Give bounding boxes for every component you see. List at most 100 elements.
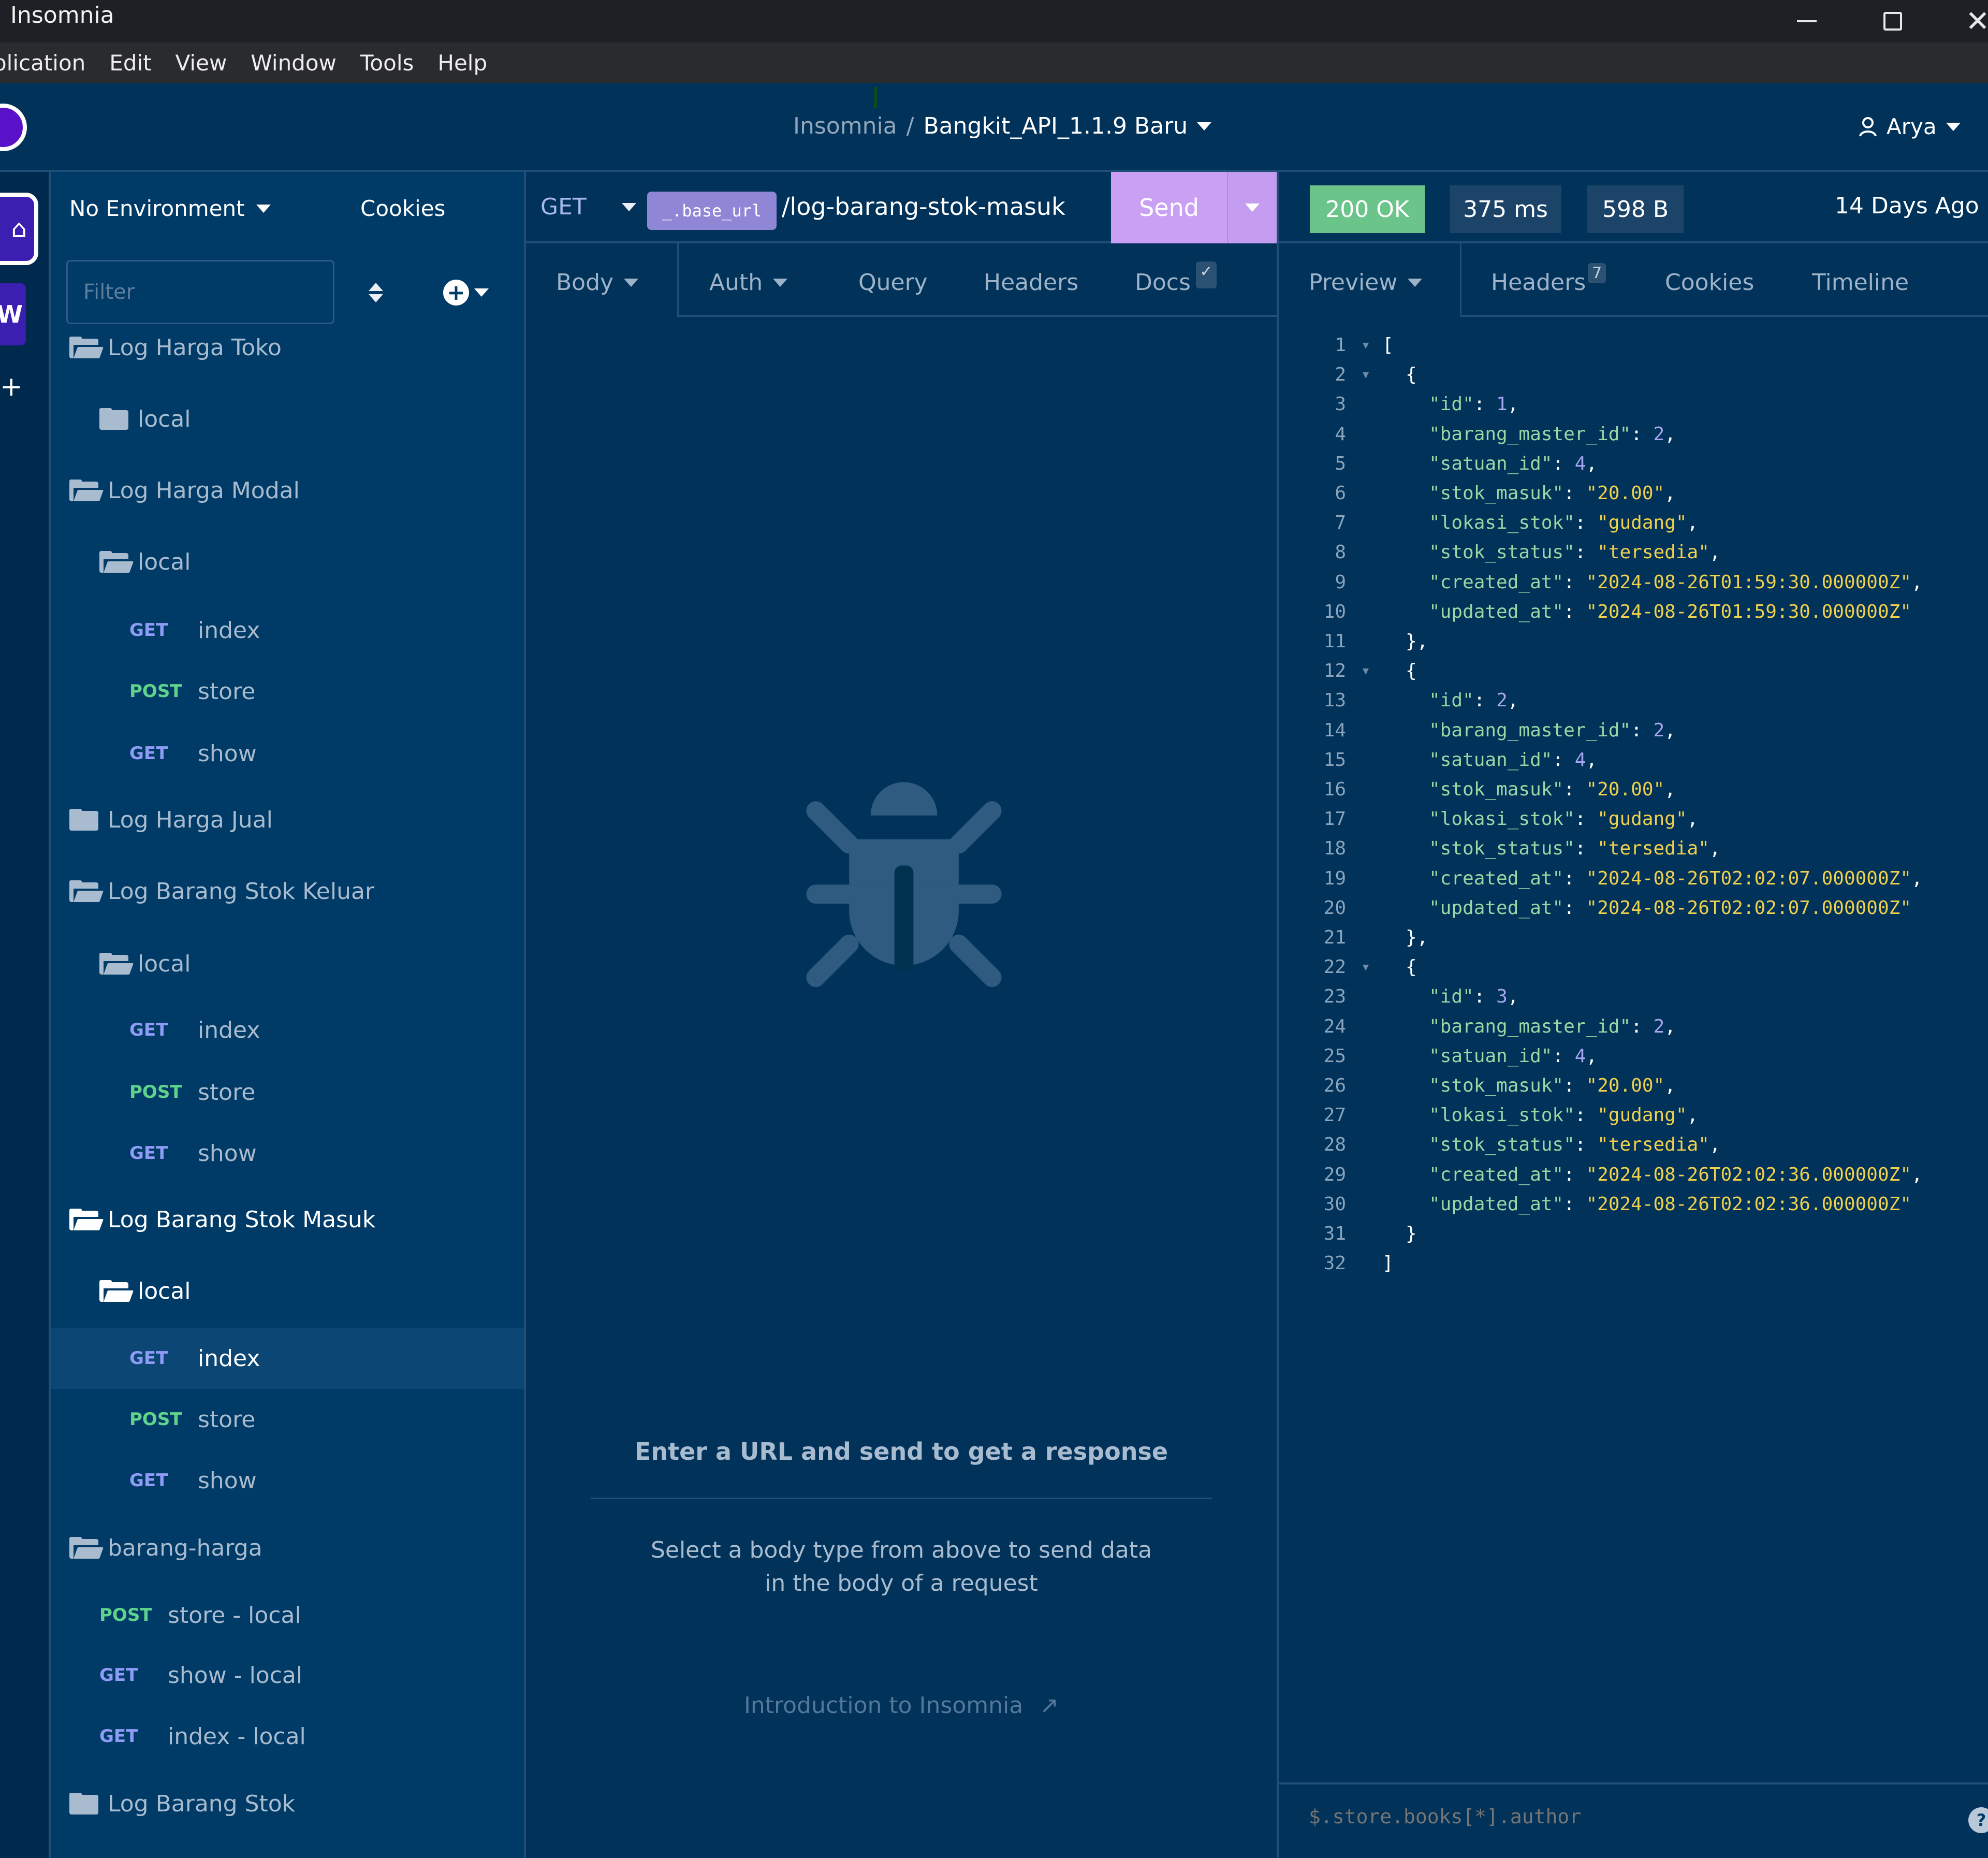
chevron-down-icon (474, 288, 489, 297)
chevron-down-icon (624, 278, 639, 287)
json-key: "id" (1429, 690, 1474, 712)
json-number: 3 (1496, 986, 1508, 1008)
sidebar: No Environment Cookies + Log Harga Toko l… (51, 172, 526, 1858)
tab-preview[interactable]: Preview (1309, 269, 1423, 296)
sidebar-folder[interactable]: barang-harga (51, 1517, 524, 1578)
json-key: "id" (1429, 394, 1474, 415)
cookies-button[interactable]: Cookies (360, 196, 445, 221)
send-options-button[interactable] (1227, 172, 1277, 243)
code-line: 31} (1279, 1219, 1988, 1249)
tab-headers[interactable]: Headers (984, 269, 1078, 296)
url-variable-tag[interactable]: _.base_url (647, 192, 777, 230)
sidebar-request[interactable]: POST store (51, 1389, 524, 1450)
menu-tools[interactable]: Tools (360, 50, 414, 76)
sort-button[interactable] (366, 280, 386, 306)
minimize-button[interactable] (1776, 0, 1838, 42)
sidebar-request[interactable]: POST store - local (51, 1585, 524, 1646)
sidebar-request[interactable]: GET show (51, 1450, 524, 1511)
code-text: "barang_master_id": 2, (1429, 716, 1676, 745)
code-line: 6 "stok_masuk": "20.00", (1279, 478, 1988, 508)
sidebar-item-label: index (198, 617, 260, 644)
json-key: "lokasi_stok" (1429, 512, 1575, 534)
fold-toggle-icon[interactable]: ▼ (1363, 952, 1369, 982)
url-input[interactable]: /log-barang-stok-masuk (782, 193, 1065, 221)
home-button[interactable]: ⌂ (0, 193, 38, 265)
sidebar-request[interactable]: POST store (51, 1062, 524, 1123)
tab-response-headers[interactable]: Headers 7 (1491, 263, 1606, 296)
sidebar-folder[interactable]: local (51, 531, 524, 592)
sidebar-folder[interactable]: Log Harga Jual (51, 789, 524, 850)
tab-response-cookies[interactable]: Cookies (1665, 269, 1754, 296)
response-filter-input[interactable] (1309, 1805, 1930, 1828)
json-key: "barang_master_id" (1429, 423, 1631, 445)
method-badge: POST (129, 681, 182, 702)
tab-divider (1460, 243, 1461, 317)
sidebar-request[interactable]: GET index (51, 999, 524, 1061)
json-key: "id" (1429, 986, 1474, 1008)
fold-toggle-icon[interactable]: ▼ (1363, 330, 1369, 360)
sidebar-request[interactable]: GET index - local (51, 1706, 524, 1767)
create-button[interactable]: + (443, 280, 489, 306)
chevron-down-icon[interactable] (1197, 122, 1212, 130)
sidebar-folder[interactable]: Log Barang Stok (51, 1773, 524, 1834)
sidebar-folder[interactable]: Log Harga Modal (51, 460, 524, 521)
tab-docs[interactable]: Docs ✓ (1135, 261, 1217, 296)
menu-application[interactable]: plication (0, 50, 85, 76)
sidebar-request[interactable]: GET show (51, 723, 524, 784)
tab-body[interactable]: Body (556, 269, 639, 296)
line-number: 26 (1323, 1075, 1346, 1096)
breadcrumb-root[interactable]: Insomnia (793, 113, 897, 139)
tab-query[interactable]: Query (858, 269, 928, 296)
sidebar-item-label: store (198, 1406, 256, 1433)
chevron-down-icon (1408, 278, 1423, 287)
introduction-link[interactable]: Introduction to Insomnia ↗ (526, 1692, 1277, 1719)
sidebar-request[interactable]: POST store (51, 661, 524, 722)
environment-selector[interactable]: No Environment (69, 196, 271, 221)
menu-edit[interactable]: Edit (109, 50, 151, 76)
folder-open-icon (69, 480, 104, 501)
menu-help[interactable]: Help (437, 50, 487, 76)
tab-timeline[interactable]: Timeline (1812, 269, 1909, 296)
external-link-icon: ↗ (1040, 1692, 1059, 1719)
sidebar-folder[interactable]: Log Barang Stok Keluar (51, 861, 524, 922)
method-selector[interactable]: GET (540, 194, 636, 220)
workspace-button[interactable]: W (0, 283, 26, 345)
project-selector[interactable]: Bangkit_API_1.1.9 Baru (923, 113, 1188, 139)
organization-avatar[interactable] (0, 104, 27, 151)
sidebar-folder[interactable]: Log Harga Toko (51, 317, 524, 378)
sidebar-folder[interactable]: local (51, 933, 524, 994)
close-icon: ✕ (1965, 4, 1988, 38)
sidebar-folder[interactable]: local (51, 1260, 524, 1322)
line-number: 15 (1323, 749, 1346, 771)
add-workspace-button[interactable]: + (0, 371, 23, 402)
sidebar-filter-input[interactable] (66, 260, 334, 324)
menu-window[interactable]: Window (251, 50, 337, 76)
response-meta-bar: 200 OK 375 ms 598 B 14 Days Ago (1277, 172, 1988, 243)
help-icon[interactable]: ? (1968, 1807, 1988, 1833)
sidebar-request[interactable]: GET show - local (51, 1645, 524, 1706)
sidebar-request[interactable]: GET index (51, 1328, 524, 1389)
sidebar-item-label: Log Harga Modal (108, 477, 300, 504)
json-punctuation: { (1406, 660, 1417, 682)
sidebar-request[interactable]: GET index (51, 600, 524, 661)
request-body-empty-state: Enter a URL and send to get a response S… (526, 317, 1277, 1858)
close-button[interactable]: ✕ (1947, 0, 1988, 42)
line-number: 6 (1335, 483, 1346, 504)
sidebar-folder[interactable]: Log Barang Stok Masuk (51, 1189, 524, 1250)
sidebar-folder[interactable]: local (51, 388, 524, 449)
menu-view[interactable]: View (176, 50, 227, 76)
maximize-button[interactable] (1862, 0, 1924, 42)
user-menu[interactable]: Arya (1859, 114, 1961, 139)
fold-toggle-icon[interactable]: ▼ (1363, 360, 1369, 389)
code-line: 19 "created_at": "2024-08-26T02:02:07.000… (1279, 864, 1988, 893)
json-punctuation: , (1687, 512, 1699, 534)
code-text: "updated_at": "2024-08-26T02:02:07.00000… (1429, 893, 1911, 923)
json-string: "2024-08-26T02:02:36.000000Z" (1586, 1193, 1911, 1215)
send-label: Send (1139, 194, 1199, 222)
send-button[interactable]: Send (1111, 172, 1227, 243)
fold-toggle-icon[interactable]: ▼ (1363, 656, 1369, 686)
response-body-viewer[interactable]: 1 ▼[2 ▼{3 "id": 1, 4 "barang_master_id": 2, 5 "… (1277, 317, 1988, 1782)
sidebar-request[interactable]: GET show (51, 1123, 524, 1184)
response-history-dropdown[interactable]: 14 Days Ago (1835, 193, 1988, 219)
tab-auth[interactable]: Auth (709, 269, 788, 296)
